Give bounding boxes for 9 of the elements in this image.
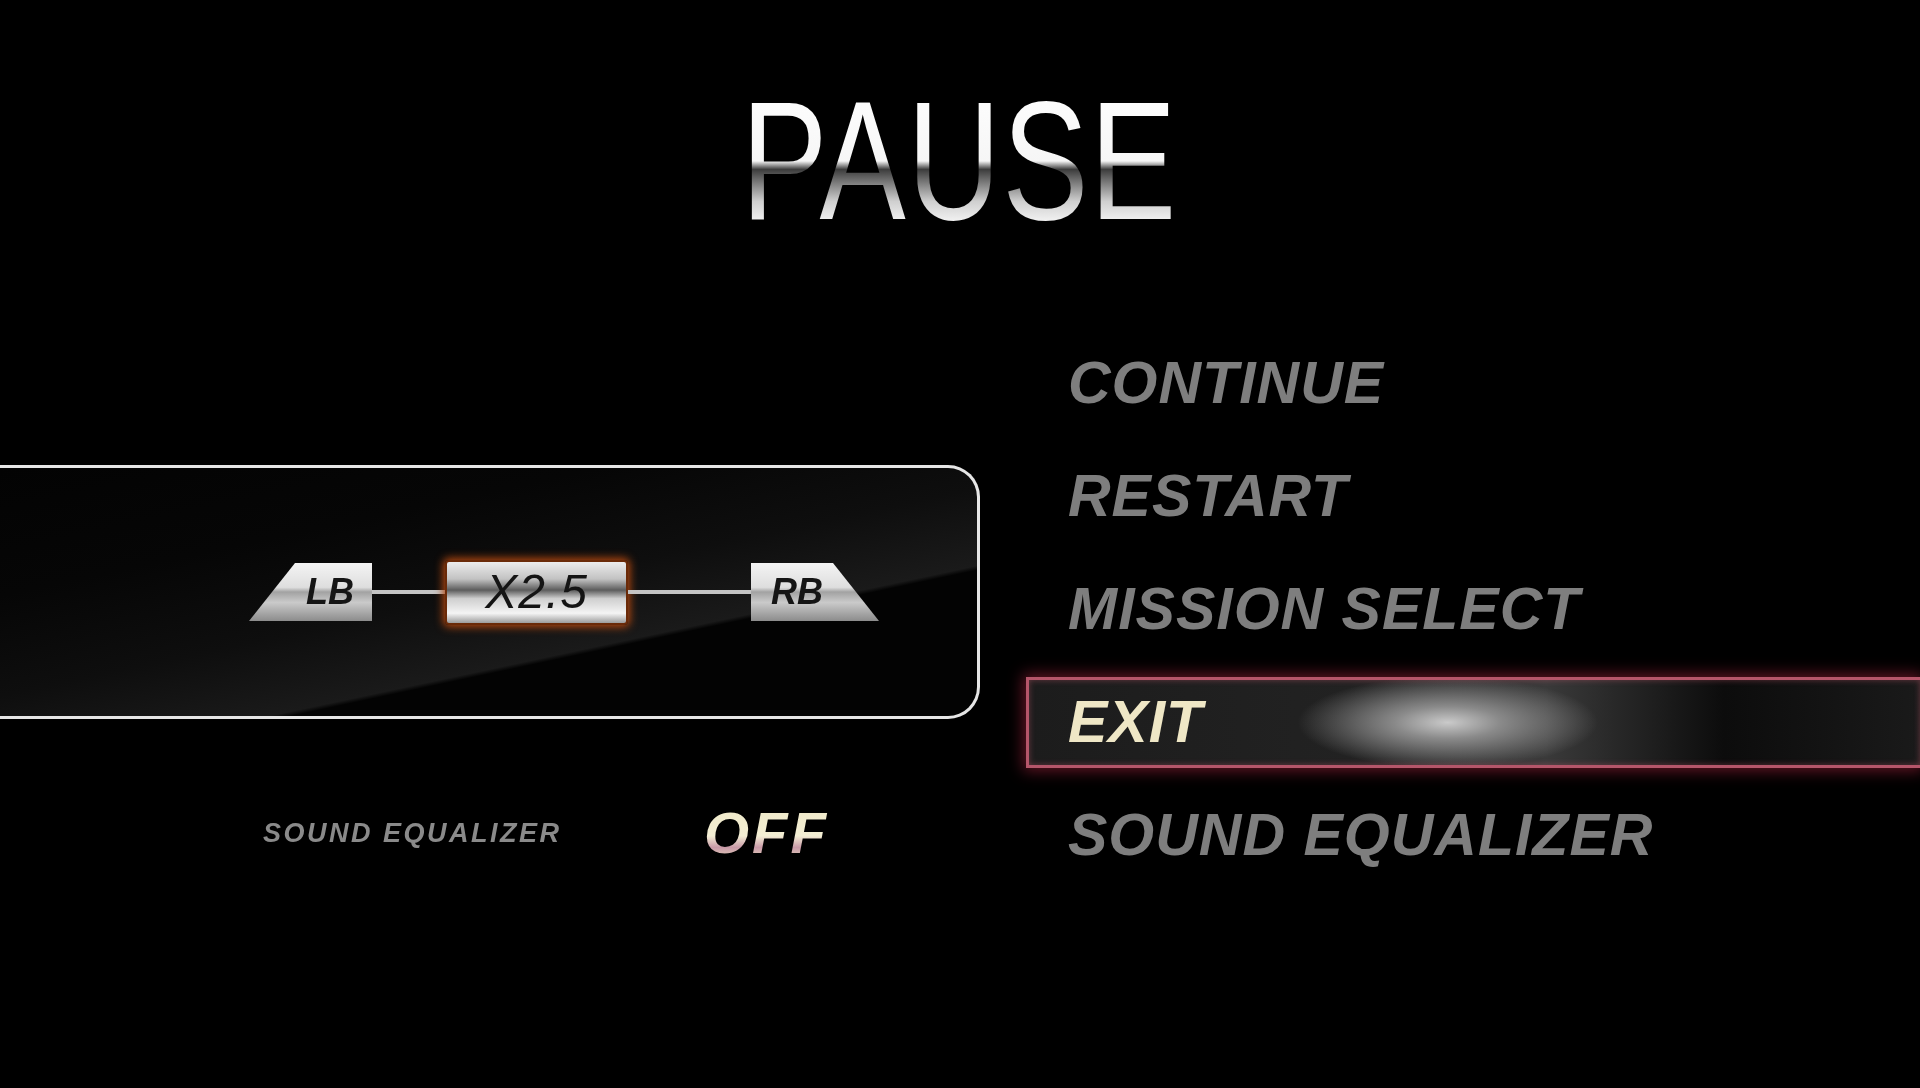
menu-option[interactable]: EXIT: [1026, 677, 1920, 768]
button-prompt: RB: [751, 563, 879, 621]
menu-option[interactable]: MISSION SELECT: [1068, 577, 1585, 642]
setting-label: SOUND EQUALIZER: [263, 819, 562, 847]
button-prompt: LB: [249, 563, 372, 621]
menu-option[interactable]: RESTART: [1068, 464, 1353, 529]
multiplier-value: X2.5: [445, 559, 628, 625]
menu-option[interactable]: CONTINUE: [1068, 351, 1389, 416]
menu-option[interactable]: SOUND EQUALIZER: [1068, 803, 1658, 868]
